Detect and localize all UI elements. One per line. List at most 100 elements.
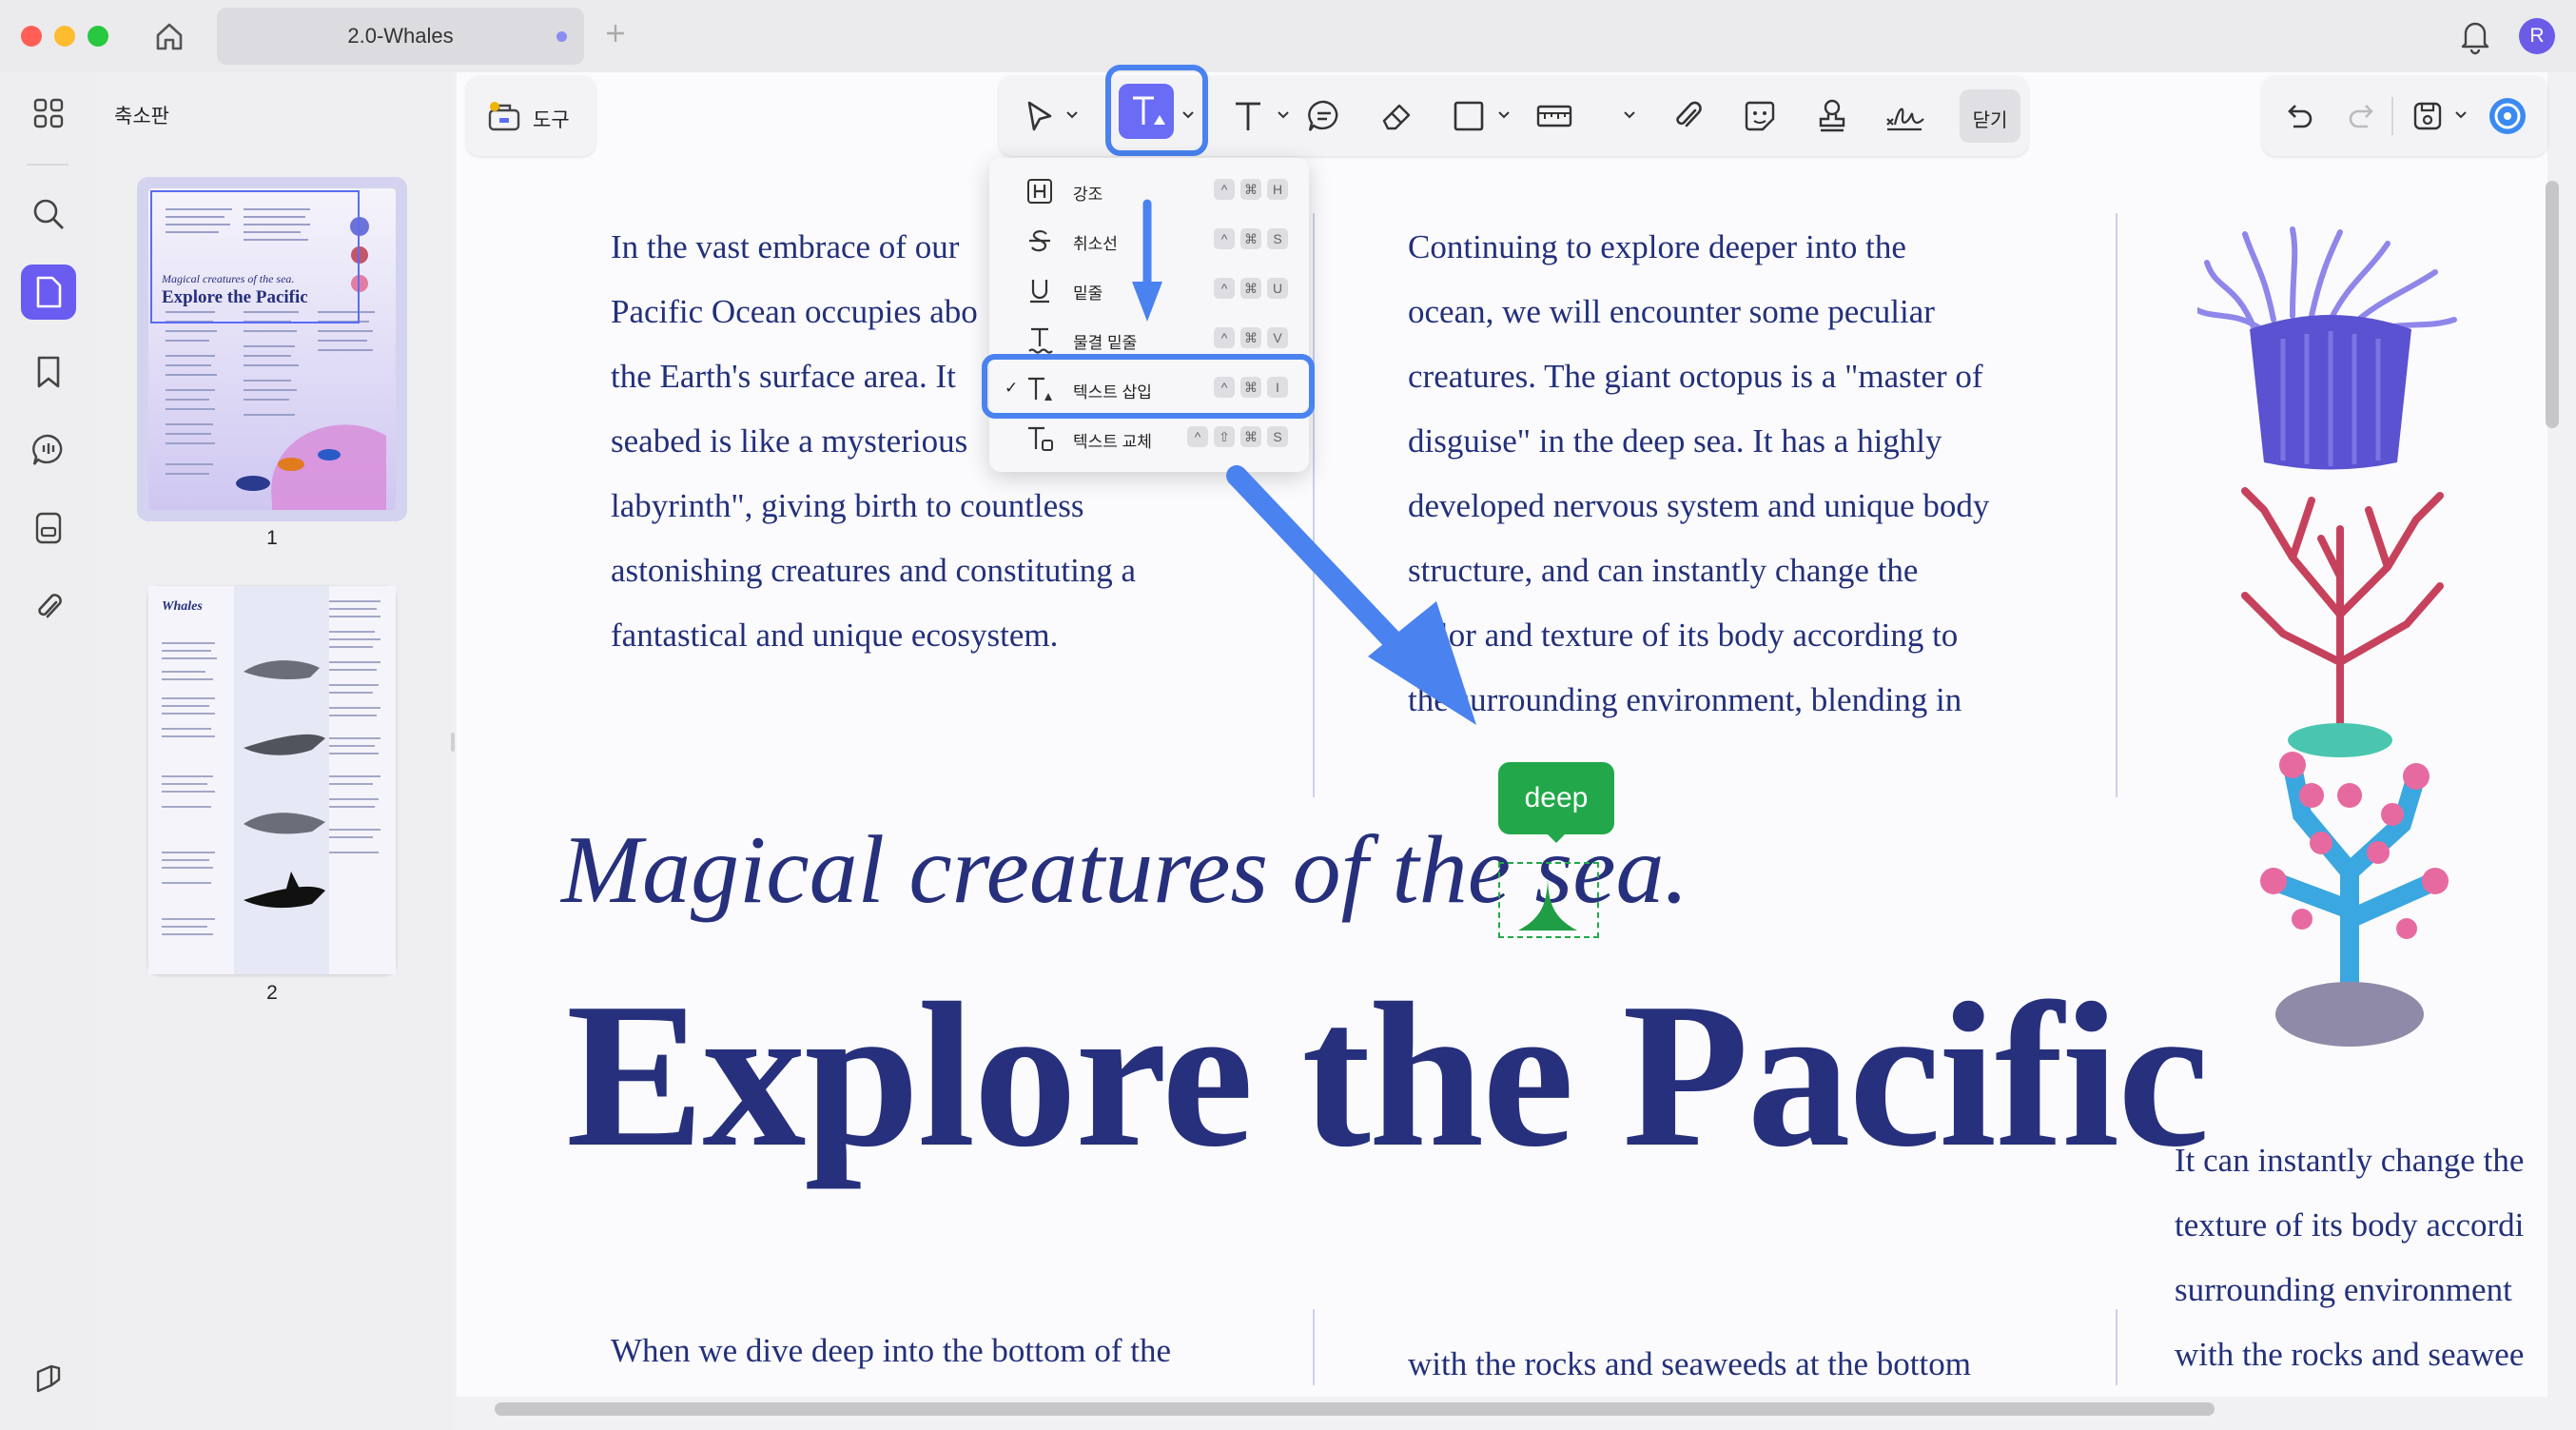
col2-line: color and texture of its body according … — [1408, 617, 1959, 654]
col2-line: the surrounding environment, blending in — [1408, 681, 1962, 718]
col2-line: structure, and can instantly change the — [1408, 552, 1919, 589]
col2-line: creatures. The giant octopus is a "maste… — [1408, 358, 1983, 395]
zoom-window-button[interactable] — [88, 26, 108, 47]
annotation-toolbar: 닫기 — [999, 65, 2028, 156]
col2-line: disguise" in the deep sea. It has a high… — [1408, 422, 1942, 460]
horizontal-scrollbar[interactable] — [495, 1402, 2215, 1416]
column-divider — [1313, 1309, 1315, 1385]
insert-text-tooltip[interactable]: deep — [1498, 762, 1614, 834]
tooltip-pointer — [1547, 833, 1566, 843]
attachment-icon[interactable] — [21, 578, 76, 634]
insert-text-icon — [1133, 96, 1165, 125]
tab-title: 2.0-Whales — [347, 24, 454, 48]
stamp-icon[interactable] — [1809, 93, 1855, 139]
chevron-down-icon[interactable] — [2454, 108, 2468, 122]
minimize-window-button[interactable] — [54, 26, 75, 47]
right-col-line: with the rocks and seawee — [2175, 1336, 2525, 1373]
document-canvas[interactable]: In the vast embrace of our Pacific Ocean… — [457, 72, 2547, 1397]
bookmark-icon[interactable] — [21, 344, 76, 400]
col1-line: fantastical and unique ecosystem. — [611, 617, 1059, 654]
tools-button[interactable]: 도구 — [466, 76, 595, 156]
paperclip-icon[interactable] — [1665, 93, 1710, 139]
thumbnail-1-image: Magical creatures of the sea. Explore th… — [148, 188, 396, 510]
shortcut-key: S — [1267, 228, 1288, 249]
tools-label: 도구 — [533, 109, 570, 131]
toolbox-icon — [487, 99, 521, 133]
shortcut-key: ⇧ — [1214, 426, 1235, 447]
save-icon[interactable] — [2405, 93, 2450, 139]
menu-item-replace-text[interactable]: 텍스트 교체 ^ ⇧ ⌘ S — [989, 413, 1309, 462]
text-markup-button[interactable] — [1119, 84, 1174, 139]
chevron-down-icon[interactable] — [1497, 108, 1511, 122]
column-divider — [2116, 1309, 2117, 1385]
menu-item-strikethrough[interactable]: 취소선 ^ ⌘ S — [989, 215, 1309, 264]
right-col-line: texture of its body accordi — [2175, 1206, 2525, 1244]
headline-main: Explore the Pacific — [566, 961, 2210, 1190]
sticker-icon[interactable] — [1737, 93, 1783, 139]
text-tool-icon[interactable] — [1225, 93, 1271, 139]
panel-title: 축소판 — [114, 106, 169, 127]
comment-icon[interactable] — [21, 422, 76, 478]
close-button[interactable]: 닫기 — [1960, 89, 2020, 143]
menu-item-highlight[interactable]: 강조 ^ ⌘ H — [989, 166, 1309, 215]
menu-item-underline[interactable]: 밑줄 ^ ⌘ U — [989, 264, 1309, 314]
grid-icon[interactable] — [21, 86, 76, 141]
menu-item-label: 텍스트 교체 — [1073, 433, 1152, 451]
ai-assistant-icon[interactable] — [2485, 93, 2530, 139]
menu-item-label: 취소선 — [1073, 235, 1118, 253]
form-icon[interactable] — [21, 500, 76, 556]
shortcut-key: ^ — [1214, 179, 1235, 200]
menu-item-label: 밑줄 — [1073, 284, 1103, 303]
pages-icon[interactable] — [21, 264, 76, 320]
shortcut-key: S — [1267, 426, 1288, 447]
menu-item-label: 물결 밑줄 — [1073, 334, 1138, 352]
page-thumbnail-2[interactable]: Whales — [148, 586, 396, 974]
column-divider — [2116, 213, 2117, 797]
caret-insert-icon — [1518, 866, 1577, 930]
measure-icon[interactable] — [1532, 93, 1577, 139]
redo-icon[interactable] — [2340, 93, 2386, 139]
page-thumbnail-1[interactable]: Magical creatures of the sea. Explore th… — [137, 177, 407, 521]
rectangle-icon[interactable] — [1446, 93, 1492, 139]
select-arrow-icon[interactable] — [1016, 93, 1062, 139]
shortcut-key: V — [1267, 327, 1288, 348]
shortcut-key: U — [1267, 278, 1288, 299]
document-tab[interactable]: 2.0-Whales — [217, 8, 584, 65]
app-logo-icon[interactable] — [21, 1351, 76, 1406]
right-col-line: It can instantly change the — [2175, 1142, 2525, 1179]
body-column-2: Continuing to explore deeper into the oc… — [1408, 215, 1989, 733]
undo-icon[interactable] — [2275, 93, 2321, 139]
close-window-button[interactable] — [21, 26, 42, 47]
page-number-2: 2 — [266, 982, 278, 1004]
right-col-line: surrounding environment — [2175, 1271, 2512, 1308]
chevron-down-icon[interactable] — [1181, 108, 1195, 122]
vertical-scrollbar[interactable] — [2546, 181, 2559, 428]
shortcut-key: ⌘ — [1240, 426, 1261, 447]
column-divider — [1313, 213, 1315, 797]
page-number-1: 1 — [266, 527, 278, 549]
shortcut-key: ⌘ — [1240, 179, 1261, 200]
search-icon[interactable] — [21, 186, 76, 242]
bottom-mid-text: with the rocks and seaweeds at the botto… — [1408, 1345, 1971, 1382]
replace-text-icon — [1028, 426, 1053, 451]
bell-icon[interactable] — [2458, 17, 2492, 55]
chevron-down-icon[interactable] — [1277, 108, 1290, 122]
panel-resize-handle[interactable] — [451, 733, 455, 752]
chevron-down-icon[interactable] — [1623, 108, 1636, 122]
signature-icon[interactable] — [1882, 93, 1927, 139]
chevron-down-icon[interactable] — [1065, 108, 1079, 122]
squiggly-underline-icon — [1028, 327, 1053, 354]
new-tab-icon[interactable] — [601, 19, 630, 48]
pink-coral-image — [2260, 752, 2449, 1047]
sea-anemone-image — [2197, 226, 2457, 470]
viewport-indicator — [150, 190, 360, 323]
comment-tool-icon[interactable] — [1301, 93, 1347, 139]
home-icon[interactable] — [152, 19, 186, 53]
col1-line: labyrinth", giving birth to countless — [611, 487, 1084, 524]
toolbar-divider — [2391, 97, 2393, 135]
shortcut-key: ⌘ — [1240, 228, 1261, 249]
eraser-icon[interactable] — [1374, 93, 1419, 139]
underline-icon — [1030, 280, 1049, 304]
text-markup-menu: 강조 ^ ⌘ H 취소선 ^ ⌘ S 밑줄 ^ ⌘ U 물결 밑줄 ^ ⌘ V … — [982, 158, 1315, 472]
user-avatar[interactable]: R — [2519, 18, 2555, 54]
